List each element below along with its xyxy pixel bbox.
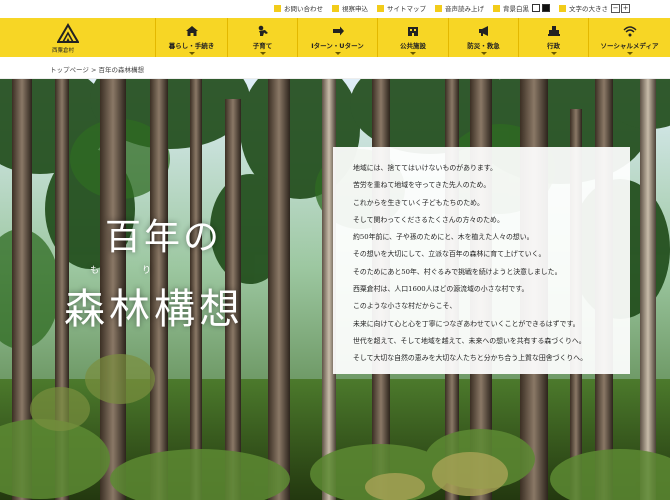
megaphone-icon — [478, 26, 488, 36]
mountain-logo-icon — [57, 23, 79, 43]
nav-childcare[interactable]: 子育て — [227, 18, 297, 57]
hero-title-line2: 森林構想 — [64, 285, 244, 333]
message-line: このような小さな村だからこそ、 — [353, 302, 457, 311]
breadcrumb: トップページ > 百年の森林構想 — [0, 57, 670, 79]
message-line: これからを生きていく子どもたちのため。 — [353, 198, 484, 207]
nav-public-facilities[interactable]: 公共施設 — [377, 18, 448, 57]
caret-down-icon — [550, 52, 557, 55]
bg-color-control: 背景白黒 — [493, 3, 550, 13]
child-icon — [258, 25, 268, 36]
nav-label: 暮らし・手続き — [168, 42, 215, 50]
bullet-square-icon — [377, 4, 384, 12]
government-icon — [547, 26, 560, 36]
message-line: 世代を超えて、そして地域を越えて、未来への想いを共有する森づくりへ。 — [353, 336, 586, 345]
message-line: 苦労を重ねて地域を守ってきた先人のため。 — [353, 181, 491, 190]
font-size-control: 文字の大きさ − + — [559, 3, 630, 13]
nav-label: 防災・救急 — [467, 42, 500, 50]
message-line: そのためにあと50年、村ぐるみで挑戦を続けようと決意しました。 — [353, 267, 562, 276]
speech-link[interactable]: 音声読み上げ — [435, 3, 484, 13]
caret-down-icon — [626, 52, 633, 55]
nav-disaster[interactable]: 防災・救急 — [448, 18, 518, 57]
main-nav: 暮らし・手続き 子育て Iターン・Uターン 公共施設 防災・救急 行政 ソーシャ… — [155, 18, 670, 57]
breadcrumb-home-link[interactable]: トップページ — [50, 66, 89, 74]
wifi-icon — [623, 26, 636, 37]
nav-label: Iターン・Uターン — [311, 42, 364, 50]
font-increase-button[interactable]: + — [621, 3, 630, 13]
message-line: そして大切な自然の恵みを大切な人たちと分かち合う上質な田舎づくりへ。 — [353, 354, 588, 363]
bg-white-button[interactable] — [532, 4, 540, 12]
font-decrease-button[interactable]: − — [611, 3, 620, 13]
caret-down-icon — [259, 52, 266, 55]
nav-social-media[interactable]: ソーシャルメディア — [588, 18, 670, 57]
breadcrumb-current: 百年の森林構想 — [98, 66, 144, 74]
inspection-link[interactable]: 視察申込 — [332, 3, 368, 13]
message-line: 未来に向けて心と心を丁寧につなぎあわせていくことができるはずです。 — [353, 319, 580, 328]
message-text: 地域には、捨ててはいけないものがあります。 苦労を重ねて地域を守ってきた先人のた… — [353, 162, 587, 370]
hero-title-line1: 百年の — [105, 217, 223, 258]
nav-administration[interactable]: 行政 — [518, 18, 588, 57]
contact-link[interactable]: お問い合わせ — [274, 3, 323, 13]
nav-label: ソーシャルメディア — [600, 42, 659, 50]
nav-label: 行政 — [547, 42, 560, 50]
caret-down-icon — [410, 52, 416, 55]
caret-down-icon — [480, 52, 487, 55]
house-icon — [185, 26, 198, 36]
message-line: その想いを大切にして、立派な百年の森林に育て上げていく。 — [353, 250, 546, 259]
nav-iturn-uturn[interactable]: Iターン・Uターン — [297, 18, 377, 57]
nav-label: 公共施設 — [400, 42, 426, 50]
building-icon — [408, 27, 418, 36]
nav-label: 子育て — [252, 42, 273, 50]
message-line: 地域には、捨ててはいけないものがあります。 — [353, 164, 497, 172]
utility-bar: お問い合わせ 視察申込 サイトマップ 音声読み上げ 背景白黒 文字の大きさ − … — [0, 0, 670, 18]
bullet-square-icon — [435, 4, 442, 12]
bg-black-button[interactable] — [542, 4, 550, 12]
nav-living[interactable]: 暮らし・手続き — [155, 18, 227, 57]
logo-text: 西粟倉村 — [52, 48, 75, 54]
message-line: 約50年前に、子や孫のためにと、木を植えた人々の想い。 — [353, 233, 534, 242]
bullet-square-icon — [274, 4, 281, 12]
bullet-square-icon — [332, 4, 339, 12]
sitemap-link[interactable]: サイトマップ — [377, 3, 426, 13]
arrow-icon — [332, 26, 344, 36]
message-line: そして関わってくださるたくさんの方々のため。 — [353, 215, 504, 224]
bullet-square-icon — [559, 4, 566, 12]
hero-banner: 百年の も り 森林構想 地域には、捨ててはいけないものがあります。 苦労を重ね… — [0, 79, 670, 500]
message-line: 西粟倉村は、人口1600人ほどの源流域の小さな村です。 — [353, 285, 529, 294]
message-box: 地域には、捨ててはいけないものがあります。 苦労を重ねて地域を守ってきた先人のた… — [333, 147, 630, 374]
caret-down-icon — [188, 52, 195, 55]
caret-down-icon — [334, 52, 341, 55]
bullet-square-icon — [493, 4, 500, 12]
header: 西粟倉村 暮らし・手続き 子育て Iターン・Uターン 公共施設 防災・救急 行政… — [0, 18, 670, 57]
site-logo[interactable]: 西粟倉村 — [0, 18, 155, 57]
